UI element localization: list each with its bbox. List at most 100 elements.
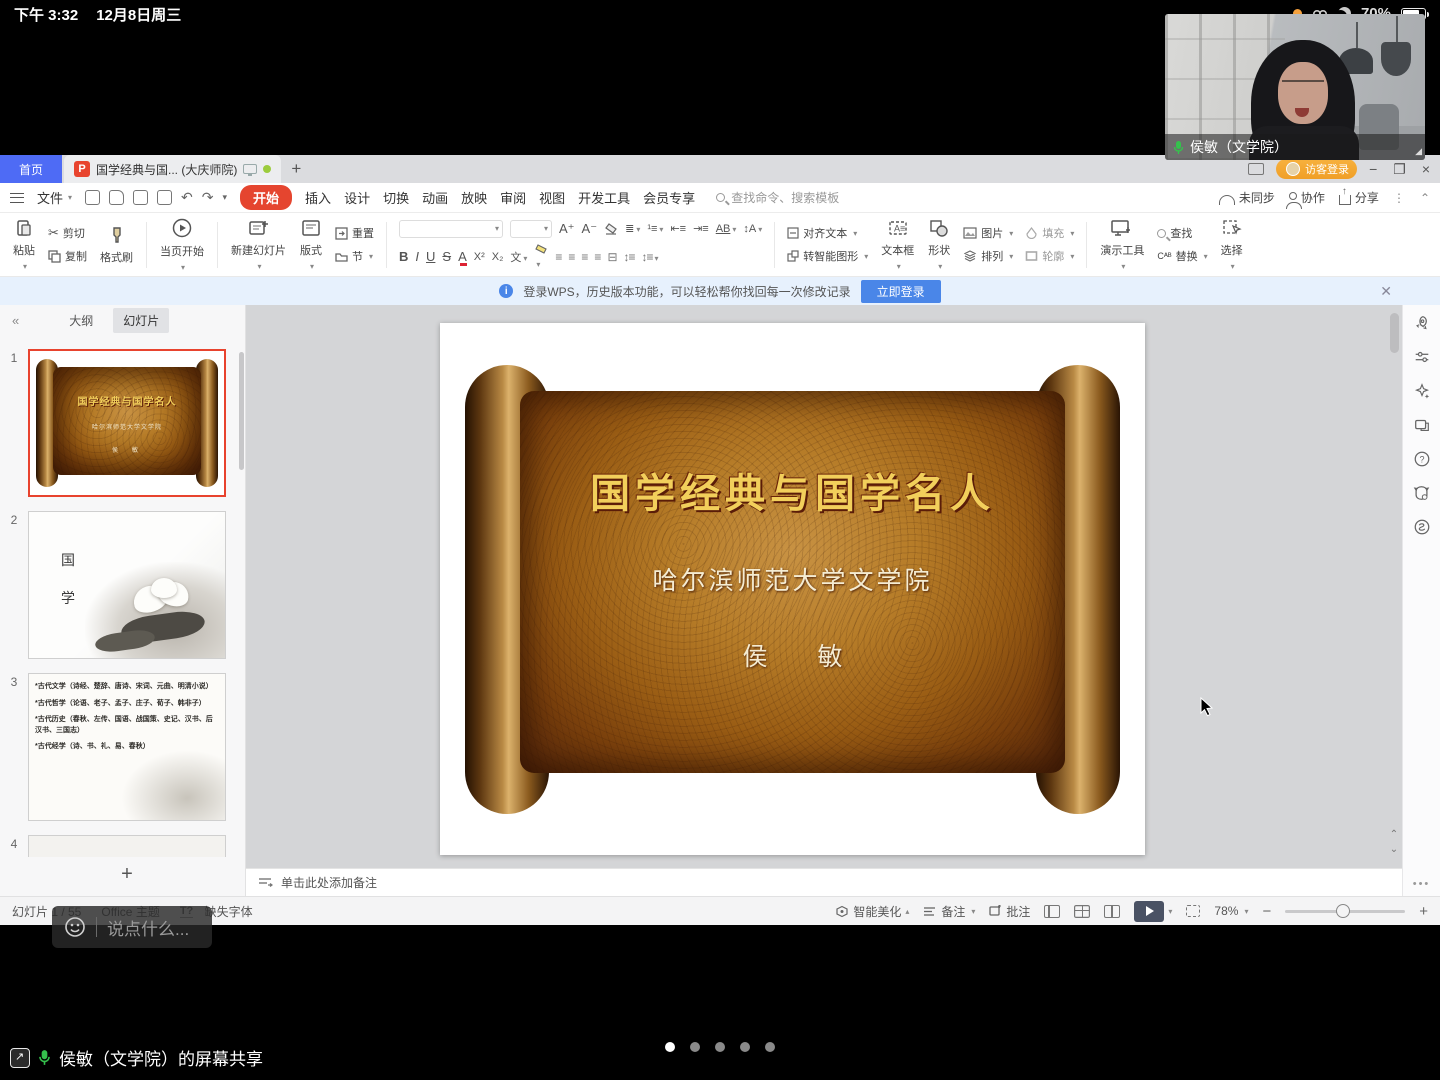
slide-1-thumbnail[interactable]: 国学经典与国学名人 哈尔滨师范大学文学院 侯 敏 [28,349,226,497]
align-right-button[interactable]: ≡ [581,250,587,264]
normal-view-button[interactable] [1044,905,1060,918]
collaborate-button[interactable]: 协作 [1289,189,1325,206]
sliders-settings-icon[interactable] [1412,347,1431,366]
slide-3-thumbnail[interactable]: *古代文学（诗经、楚辞、唐诗、宋词、元曲、明清小说） *古代哲学（论语、老子、孟… [28,673,226,821]
tab-transition[interactable]: 切换 [383,188,409,207]
comments-button[interactable]: 批注 [989,903,1030,920]
tab-insert[interactable]: 插入 [305,188,331,207]
tab-slides[interactable]: 幻灯片 [113,308,169,333]
quickbar-dropdown-icon[interactable]: ▾ [223,192,228,203]
help-icon[interactable]: ? [1412,449,1431,468]
split-window-icon[interactable] [1248,163,1264,175]
next-slide-button[interactable]: ⌄ [1388,846,1400,854]
cut-button[interactable]: ✂剪切 [48,225,87,241]
hamburger-menu-icon[interactable] [10,193,24,203]
minimize-button[interactable]: − [1369,161,1377,178]
login-now-button[interactable]: 立即登录 [861,280,941,303]
sync-status-button[interactable]: 未同步 [1219,189,1275,206]
slide-canvas[interactable]: 国学经典与国学名人 哈尔滨师范大学文学院 侯 敏 [440,323,1145,855]
meeting-chat-input[interactable]: 说点什么... [52,906,212,948]
collapse-panel-button[interactable]: « [12,313,19,328]
strikethrough-button[interactable]: S [442,249,451,264]
guest-login-button[interactable]: 访客登录 [1276,159,1357,179]
smart-beautify-button[interactable]: 智能美化▴ [835,903,909,920]
subscript-button[interactable]: X₂ [492,251,504,263]
wps-home-button[interactable]: 首页 [0,155,62,183]
align-left-button[interactable]: ≡ [555,250,561,264]
slide-4-thumbnail[interactable] [28,835,226,857]
presenter-video-thumbnail[interactable]: 侯敏（文学院） ◢ [1165,14,1425,160]
select-button[interactable]: 选择 [1214,218,1250,271]
picture-button[interactable]: 图片 [963,225,1013,241]
font-size-select[interactable] [510,220,552,238]
copy-button[interactable]: 复制 [48,248,87,264]
page-dot[interactable] [715,1042,725,1052]
previous-slide-button[interactable]: ⌃ [1388,831,1400,839]
align-center-button[interactable]: ≡ [568,250,574,264]
zoom-slider-knob[interactable] [1336,904,1350,918]
slide-panel-scrollbar[interactable] [239,352,244,470]
page-dot[interactable] [690,1042,700,1052]
italic-button[interactable]: I [415,249,419,264]
document-tab[interactable]: P 国学经典与国... (大庆师院) [64,155,281,183]
reading-view-button[interactable] [1104,905,1120,918]
bullet-list-button[interactable]: ≣ [625,222,640,235]
presentation-tools-button[interactable]: 演示工具 [1093,218,1151,271]
slide-author[interactable]: 侯 敏 [520,637,1065,673]
decrease-font-button[interactable]: A⁻ [582,221,598,237]
close-button[interactable]: × [1422,161,1430,178]
zoom-slider[interactable] [1285,910,1405,913]
fit-to-window-icon[interactable] [1186,905,1200,917]
undo-button[interactable]: ↶ [181,189,193,206]
shapes-button[interactable]: 形状 [921,218,957,271]
add-slide-button[interactable]: + [28,863,226,886]
skin-center-icon[interactable] [1412,483,1431,502]
reset-slide-button[interactable]: 重置 [335,225,374,241]
superscript-button[interactable]: X² [474,251,485,263]
font-color-button[interactable]: A [458,249,467,264]
tab-developer[interactable]: 开发工具 [578,188,630,207]
coin-rewards-icon[interactable] [1412,517,1431,536]
convert-smart-graphic-button[interactable]: 转智能图形 [787,248,868,264]
bold-button[interactable]: B [399,249,408,264]
tab-member[interactable]: 会员专享 [643,188,695,207]
new-tab-button[interactable]: + [291,159,301,179]
replace-button[interactable]: Cᴬᴮ替换 [1157,248,1207,264]
gallery-page-dots[interactable] [665,1042,775,1052]
more-menu-icon[interactable]: ⋮ [1393,191,1406,205]
align-justify-button[interactable]: ≡ [594,250,600,264]
slide-layout-button[interactable]: 版式 [293,218,329,271]
clear-format-button[interactable] [604,222,618,235]
preview-icon[interactable] [157,190,172,205]
increase-font-button[interactable]: A⁺ [559,221,575,237]
notes-toggle-button[interactable]: 备注 [923,903,975,920]
redo-button[interactable]: ↷ [202,189,214,206]
canvas-scrollbar[interactable] [1390,313,1399,353]
underline-button[interactable]: U [426,249,435,264]
slide-subtitle[interactable]: 哈尔滨师范大学文学院 [520,561,1065,597]
decrease-indent-button[interactable]: ⇤≡ [670,222,686,235]
new-slide-button[interactable]: 新建幻灯片 [224,218,293,271]
switch-window-icon[interactable] [1412,415,1431,434]
collapse-ribbon-icon[interactable]: ⌃ [1420,191,1430,205]
slide-sorter-view-button[interactable] [1074,905,1090,918]
text-box-button[interactable]: A≡ 文本框 [874,218,921,271]
tab-outline[interactable]: 大纲 [59,308,103,333]
slideshow-play-button[interactable] [1134,901,1164,922]
page-dot[interactable] [740,1042,750,1052]
new-doc-icon[interactable] [85,190,100,205]
format-painter-button[interactable]: 格式刷 [93,225,140,265]
zoom-out-button[interactable]: − [1262,903,1271,920]
section-button[interactable]: 节 [335,248,374,264]
highlight-button[interactable] [534,244,548,270]
maximize-button[interactable]: ❐ [1393,161,1406,178]
smart-beautify-star-icon[interactable] [1412,381,1431,400]
emoji-smiley-icon[interactable] [64,916,86,938]
numbered-list-button[interactable]: ¹≡ [647,223,663,235]
save-icon[interactable] [109,190,124,205]
pinyin-guide-button[interactable]: 文 [510,249,527,265]
increase-indent-button[interactable]: ⇥≡ [693,222,709,235]
notification-close-icon[interactable]: ✕ [1380,283,1392,300]
slide-title[interactable]: 国学经典与国学名人 [520,461,1065,519]
tab-slideshow[interactable]: 放映 [461,188,487,207]
